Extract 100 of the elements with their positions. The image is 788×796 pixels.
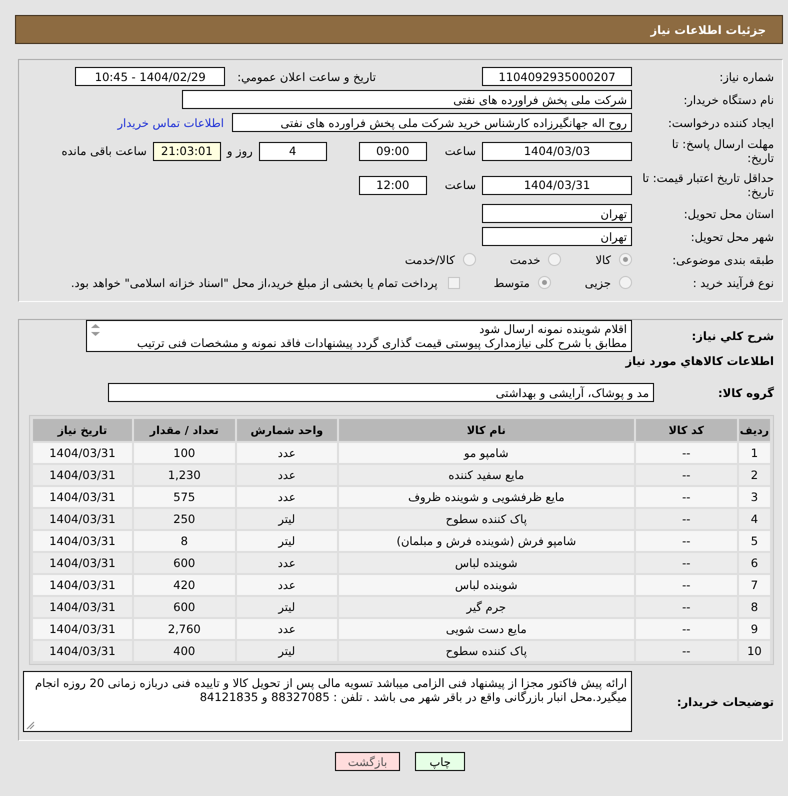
table-cell: 575 [134, 487, 235, 507]
validity-date-field[interactable]: 1404/03/31 [482, 176, 632, 194]
table-cell: 10 [738, 641, 770, 661]
table-cell: لیتر [236, 531, 337, 551]
table-cell: 250 [134, 509, 235, 529]
deadline-time-field[interactable]: 09:00 [358, 142, 427, 160]
table-cell: 1404/03/31 [33, 597, 132, 617]
need-number-field[interactable]: 1104092935000207 [482, 67, 632, 86]
days-field[interactable]: 4 [258, 142, 327, 160]
contact-link[interactable]: اطلاعات تماس خریدار [117, 116, 224, 130]
description-textarea[interactable]: اقلام شوینده نمونه ارسال شود مطابق با شرح کلی نیازمدارک پیوستی قیمت گذاری گردد پیشنهادات فاقد نمونه و مشخصات فنی ترتیب [86, 320, 632, 352]
remaining-label: ساعت باقی مانده [62, 144, 147, 158]
print-button[interactable]: چاپ [415, 752, 466, 771]
column-header: کد کالا [636, 419, 737, 441]
table-cell: -- [636, 531, 737, 551]
back-button[interactable]: بازگشت [334, 752, 400, 771]
option-label: کالا [595, 252, 611, 266]
creator-field[interactable]: روح اله جهانگیرزاده کارشناس خرید شرکت ملی پخش فراورده های نفتی [232, 113, 632, 132]
table-cell: لیتر [236, 509, 337, 529]
field-label: توضیحات خریدار: [676, 694, 774, 708]
remaining-time-field[interactable]: 21:03:01 [152, 142, 221, 160]
table-cell: عدد [236, 553, 337, 573]
table-cell: 420 [134, 575, 235, 595]
table-cell: پاک کننده سطوح [338, 509, 634, 529]
table-cell: عدد [236, 575, 337, 595]
table-cell: شوینده لباس [338, 553, 634, 573]
table-cell: جرم گیر [338, 597, 634, 617]
table-cell: -- [636, 641, 737, 661]
announce-date-field[interactable]: 1404/02/29 - 10:45 [75, 67, 226, 86]
option-label: متوسط [494, 276, 530, 290]
table-cell: -- [636, 509, 737, 529]
table-cell: 5 [738, 531, 770, 551]
option-label: کالا/خدمت [404, 252, 455, 266]
table-cell: عدد [236, 487, 337, 507]
checkbox-label: پرداخت تمام یا بخشی از مبلغ خرید،از محل "اسناد خزانه اسلامی" خواهد بود. [70, 276, 438, 290]
table-cell: 1404/03/31 [33, 575, 132, 595]
table-cell: 1404/03/31 [33, 641, 132, 661]
city-field[interactable]: تهران [482, 227, 632, 246]
field-label: تاریخ و ساعت اعلان عمومي: [237, 70, 376, 84]
days-label: روز و [226, 144, 253, 158]
field-label: شهر محل تحویل: [690, 230, 774, 244]
table-cell: 3 [738, 487, 770, 507]
scroll-arrows-icon[interactable] [90, 323, 101, 337]
table-cell: عدد [236, 619, 337, 639]
table-cell: عدد [236, 443, 337, 463]
table-cell: 6 [738, 553, 770, 573]
table-cell: مایع ظرفشویی و شوینده ظروف [338, 487, 634, 507]
section-title: اطلاعات کالاهاي مورد نیاز [626, 353, 774, 370]
deadline-date-field[interactable]: 1404/03/03 [482, 142, 632, 160]
table-cell: -- [636, 619, 737, 639]
goods-group-field[interactable]: مد و پوشاک، آرایشی و بهداشتی [108, 383, 654, 402]
field-label: شماره نیاز: [718, 70, 774, 84]
table-cell: -- [636, 575, 737, 595]
buyer-notes-textarea[interactable]: ارائه پیش فاکتور مجزا از پیشنهاد فنی الزامی میباشد تسویه مالی پس از تحویل کالا و تاییده فنی دربازه زمانی 20 روزه انجام میگیرد.محل انبار بازرگانی واقع در باقر شهر می باشد . تلفن : 88327085 و 84121835 [23, 671, 632, 732]
resize-grip-icon[interactable] [26, 721, 35, 730]
option-label: خدمت [510, 252, 540, 266]
field-label: نام دستگاه خریدار: [682, 92, 774, 106]
table-cell: 100 [134, 443, 235, 463]
table-cell: 1404/03/31 [33, 619, 132, 639]
table-cell: 8 [738, 597, 770, 617]
table-cell: پاک کننده سطوح [338, 641, 634, 661]
table-cell: 1404/03/31 [33, 553, 132, 573]
table-cell: 1404/03/31 [33, 509, 132, 529]
table-cell: 4 [738, 509, 770, 529]
table-cell: عدد [236, 465, 337, 485]
table-cell: 2,760 [134, 619, 235, 639]
table-cell: -- [636, 553, 737, 573]
table-cell: -- [636, 487, 737, 507]
time-label: ساعت [444, 144, 476, 158]
table-cell: لیتر [236, 597, 337, 617]
field-label: نوع فرآیند خرید : [692, 276, 774, 290]
table-cell: 8 [134, 531, 235, 551]
table-cell: 1,230 [134, 465, 235, 485]
table-cell: مایع دست شویی [338, 619, 634, 639]
table-cell: شامپو فرش (شوینده فرش و مبلمان) [338, 531, 634, 551]
field-label: ایجاد کننده درخواست: [667, 116, 774, 130]
field-label: طبقه بندی موضوعی: [671, 252, 774, 266]
validity-time-field[interactable]: 12:00 [358, 176, 427, 194]
field-label: شرح کلي نیاز: [690, 329, 774, 343]
column-header: تعداد / مقدار [134, 419, 235, 441]
page-header: جزئیات اطلاعات نیاز [15, 15, 783, 44]
column-header: واحد شمارش [236, 419, 337, 441]
table-cell: -- [636, 597, 737, 617]
table-cell: 1404/03/31 [33, 465, 132, 485]
table-cell: 600 [134, 553, 235, 573]
table-cell: 2 [738, 465, 770, 485]
table-cell: 1404/03/31 [33, 487, 132, 507]
table-cell: 600 [134, 597, 235, 617]
buyer-org-field[interactable]: شرکت ملی پخش فراورده های نفتی [182, 90, 632, 109]
field-label: استان محل تحویل: [682, 206, 774, 220]
field-label: گروه کالا: [717, 386, 774, 400]
column-header: نام کالا [338, 419, 634, 441]
column-header: تاریخ نیاز [33, 419, 132, 441]
table-cell: 1 [738, 443, 770, 463]
table-cell: -- [636, 443, 737, 463]
province-field[interactable]: تهران [482, 204, 632, 223]
table-cell: 7 [738, 575, 770, 595]
column-header: ردیف [738, 419, 770, 441]
table-cell: شامپو مو [338, 443, 634, 463]
table-cell: 1404/03/31 [33, 531, 132, 551]
